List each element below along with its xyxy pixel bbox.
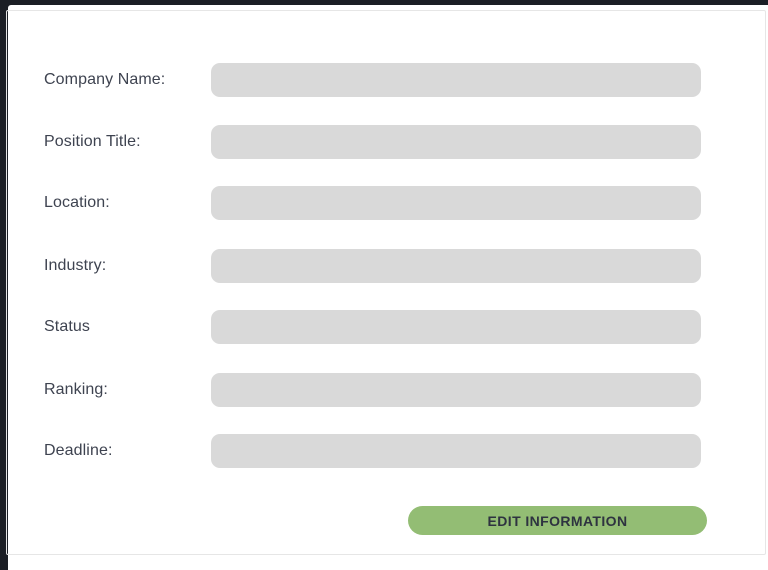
position-title-field[interactable] [211,125,701,159]
deadline-label: Deadline: [44,442,113,459]
company-name-label: Company Name: [44,71,166,88]
ranking-row: Ranking: [8,372,768,408]
location-row: Location: [8,185,768,221]
ranking-field[interactable] [211,373,701,407]
status-field[interactable] [211,310,701,344]
position-title-row: Position Title: [8,124,768,160]
location-field[interactable] [211,186,701,220]
company-name-field[interactable] [211,63,701,97]
deadline-row: Deadline: [8,433,768,469]
industry-label: Industry: [44,257,107,274]
edit-information-button[interactable]: EDIT INFORMATION [408,506,707,535]
industry-field[interactable] [211,249,701,283]
ranking-label: Ranking: [44,381,108,398]
deadline-field[interactable] [211,434,701,468]
status-row: Status [8,309,768,345]
job-info-panel: Company Name: Position Title: Location: … [8,5,768,570]
location-label: Location: [44,194,110,211]
position-title-label: Position Title: [44,133,141,150]
company-name-row: Company Name: [8,62,768,98]
industry-row: Industry: [8,248,768,284]
status-label: Status [44,318,90,335]
